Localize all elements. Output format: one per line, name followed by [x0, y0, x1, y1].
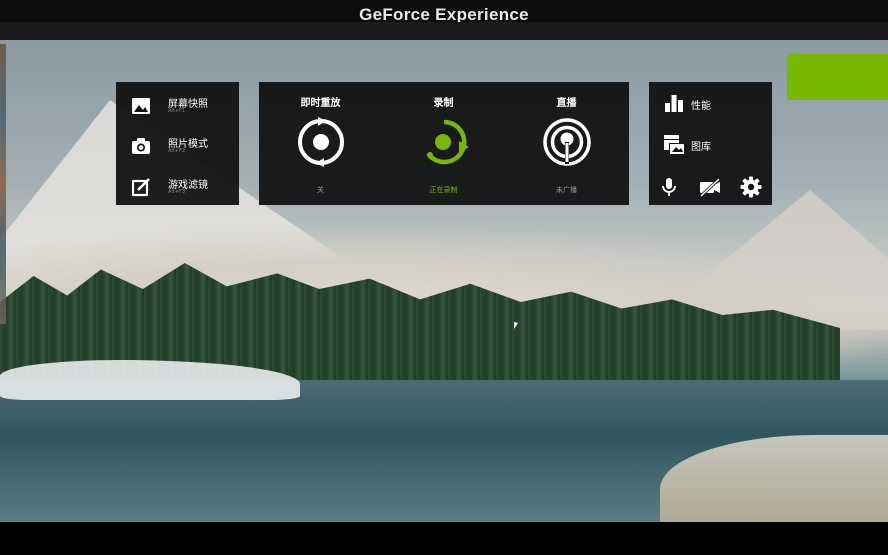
title-container: GeForce Experience: [0, 0, 888, 22]
overlay-title-bar: GeForce Experience: [0, 0, 888, 40]
broadcast-card[interactable]: 直播 未广播: [505, 82, 628, 205]
record-title: 录制: [433, 98, 454, 109]
camera-icon: [132, 138, 150, 154]
side-menu-panel: 性能 图库: [649, 82, 772, 205]
desktop-icons-strip: [0, 44, 6, 324]
instant-replay-status: 关: [317, 186, 324, 194]
gallery-icon: [664, 135, 684, 154]
mouse-cursor: [514, 322, 518, 329]
filter-icon: [131, 178, 150, 197]
gallery-label: 图库: [691, 142, 711, 153]
broadcast-icon: [543, 118, 591, 166]
title-bar-bottom: [0, 22, 888, 40]
accent-block: [787, 54, 888, 100]
broadcast-status: 未广播: [556, 186, 577, 194]
instant-replay-card[interactable]: 即时重放 关: [259, 82, 382, 205]
performance-label: 性能: [691, 101, 711, 112]
record-icon: [427, 119, 469, 165]
performance-icon: [665, 95, 683, 112]
record-status: 正在录制: [429, 186, 458, 194]
gear-icon[interactable]: [740, 176, 762, 198]
camera-off-icon[interactable]: [699, 176, 721, 198]
photo-mode-button[interactable]: 照片模式 Alt+F2: [128, 131, 233, 163]
quick-actions-panel: 屏幕快照 Alt+F1 照片模式 Alt+F2 游戏滤镜 Alt+F3: [116, 82, 239, 205]
features-panel: 即时重放 关 录制 正在录制 直播 未广播: [259, 82, 629, 205]
screenshot-button[interactable]: 屏幕快照 Alt+F1: [128, 91, 233, 123]
game-filter-hotkey: Alt+F3: [168, 189, 186, 195]
gallery-button[interactable]: 图库: [663, 131, 763, 157]
image-icon: [132, 98, 150, 114]
microphone-icon[interactable]: [658, 176, 680, 198]
record-card[interactable]: 录制 正在录制: [382, 82, 505, 205]
app-title: GeForce Experience: [359, 5, 529, 22]
screenshot-hotkey: Alt+F1: [168, 108, 186, 114]
instant-replay-title: 即时重放: [300, 98, 341, 109]
game-filter-button[interactable]: 游戏滤镜 Alt+F3: [128, 172, 233, 204]
bottom-bar: [0, 522, 888, 555]
photo-mode-hotkey: Alt+F2: [168, 148, 186, 154]
performance-button[interactable]: 性能: [663, 90, 763, 116]
broadcast-title: 直播: [556, 98, 577, 109]
instant-replay-icon: [298, 117, 344, 167]
